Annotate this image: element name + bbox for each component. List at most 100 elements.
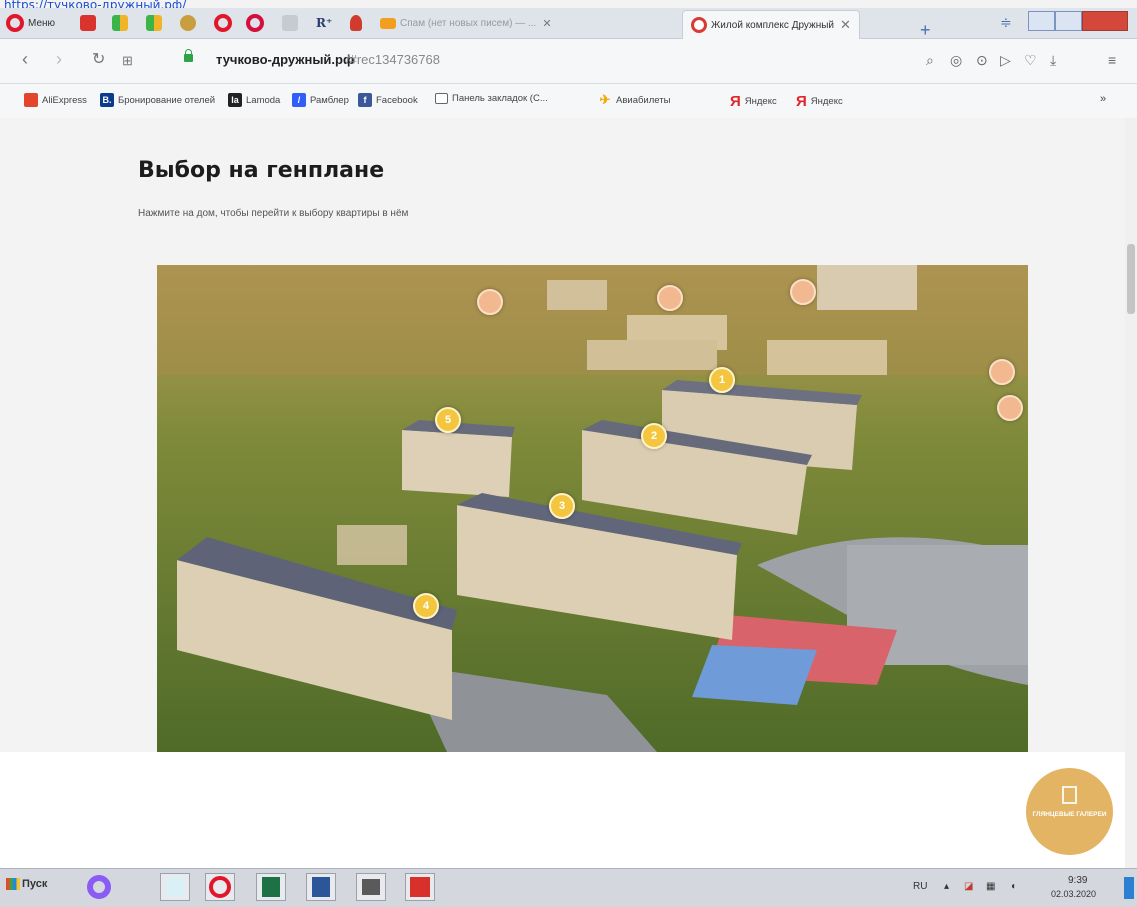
word-icon xyxy=(312,877,330,897)
bookmark-yandex-2[interactable]: Я Яндекс xyxy=(796,93,843,110)
minimize-button[interactable] xyxy=(1028,11,1055,31)
bookmark-booking[interactable]: B. Бронирование отелей xyxy=(100,93,215,107)
opera-menu-label: Меню xyxy=(28,17,56,29)
tab-opera-1[interactable] xyxy=(214,11,232,35)
building-marker-3[interactable]: 3 xyxy=(549,493,575,519)
back-icon[interactable]: ‹ xyxy=(22,49,28,70)
network-icon[interactable]: ▦ xyxy=(986,881,995,892)
scrollbar-thumb[interactable] xyxy=(1127,244,1135,314)
taskbar-notepad[interactable] xyxy=(160,873,190,901)
r-icon: R⁺ xyxy=(316,16,333,30)
bookmark-label: Рамблер xyxy=(310,94,349,106)
opera-icon xyxy=(214,14,232,32)
maximize-button[interactable] xyxy=(1055,11,1082,31)
taskbar-opera[interactable] xyxy=(205,873,235,901)
person-icon xyxy=(350,15,362,31)
opera-menu-button[interactable]: Меню xyxy=(6,11,55,35)
page-subtitle: Нажмите на дом, чтобы перейти к выбору к… xyxy=(138,208,409,219)
forward-icon[interactable]: › xyxy=(56,49,62,70)
tray-arrow-icon[interactable]: ▴ xyxy=(944,881,949,892)
bookmark-rambler[interactable]: / Рамблер xyxy=(292,93,349,107)
aliexpress-icon xyxy=(24,93,38,107)
tab-grid-1[interactable] xyxy=(112,11,128,35)
booking-icon: B. xyxy=(100,93,114,107)
cake-icon xyxy=(180,15,196,31)
top-link[interactable]: https://тучково-дружный.рф/ xyxy=(0,0,186,8)
language-indicator[interactable]: RU xyxy=(913,881,927,892)
tray-app-icon[interactable]: ◪ xyxy=(964,881,973,892)
play-icon[interactable]: ▷ xyxy=(1000,52,1011,69)
rambler-icon: / xyxy=(292,93,306,107)
bookmark-folder[interactable]: Панель закладок (С... xyxy=(435,93,548,104)
tab-r[interactable]: R⁺ xyxy=(316,11,332,35)
tab-mail[interactable]: Спам (нет новых писем) — ... ✕ xyxy=(380,11,552,35)
start-label: Пуск xyxy=(22,878,48,890)
taskbar-app[interactable] xyxy=(356,873,386,901)
taskbar: Пуск RU ▴ ◪ ▦ ◖ 9:39 02.03.2020 xyxy=(0,868,1137,907)
taskbar-alice[interactable] xyxy=(84,873,114,901)
taskbar-acrobat[interactable] xyxy=(405,873,435,901)
bookmark-facebook[interactable]: f Facebook xyxy=(358,93,418,107)
building-marker-future[interactable] xyxy=(657,285,683,311)
reload-icon[interactable]: ↻ xyxy=(92,49,105,69)
speed-dial-icon[interactable]: ⊞ xyxy=(122,53,133,69)
tab-opera-2[interactable] xyxy=(246,11,264,35)
building-marker-future[interactable] xyxy=(477,289,503,315)
close-icon[interactable]: ✕ xyxy=(542,17,551,30)
bookmark-label: AliExpress xyxy=(42,94,87,106)
top-link-strip: https://тучково-дружный.рф/ xyxy=(0,0,1137,8)
tab-list[interactable] xyxy=(282,11,298,35)
plane-icon: ✈ xyxy=(599,92,611,107)
download-icon[interactable]: ⤓ xyxy=(1050,52,1056,69)
fab-label: ГЛЯНЦЕВЫЕ ГАЛЕРЕИ xyxy=(1032,811,1107,818)
yandex-icon: Я xyxy=(796,93,807,110)
app-grid-icon xyxy=(112,15,128,31)
masterplan-image[interactable]: 1 2 3 4 5 xyxy=(157,265,1028,752)
page-scrollbar[interactable] xyxy=(1125,118,1137,868)
menu-icon[interactable]: ≡ xyxy=(1108,52,1116,68)
vpn-icon[interactable]: ⊙ xyxy=(976,52,988,69)
bookmark-label: Lamoda xyxy=(246,94,281,106)
new-tab-plus-icon[interactable]: + xyxy=(920,20,931,41)
start-button[interactable]: Пуск xyxy=(6,878,47,890)
building-marker-future[interactable] xyxy=(790,279,816,305)
lamoda-icon: la xyxy=(228,93,242,107)
clock-time[interactable]: 9:39 xyxy=(1068,875,1087,886)
tab-active-site[interactable]: Жилой комплекс Дружный ✕ xyxy=(682,10,860,39)
building-marker-1[interactable]: 1 xyxy=(709,367,735,393)
search-icon[interactable]: ⌕ xyxy=(926,52,934,69)
building-marker-future[interactable] xyxy=(989,359,1015,385)
bookmark-yandex-1[interactable]: Я Яндекс xyxy=(730,93,777,110)
close-window-button[interactable] xyxy=(1082,11,1128,31)
show-desktop-button[interactable] xyxy=(1124,877,1134,899)
building-marker-2[interactable]: 2 xyxy=(641,423,667,449)
bookmark-avia[interactable]: ✈ Авиабилеты xyxy=(598,92,671,107)
close-icon[interactable]: ✕ xyxy=(840,17,851,33)
lock-icon[interactable] xyxy=(184,49,193,62)
volume-icon[interactable]: ◖ xyxy=(1010,881,1016,892)
building-marker-5[interactable]: 5 xyxy=(435,407,461,433)
gallery-fab-button[interactable]: ГЛЯНЦЕВЫЕ ГАЛЕРЕИ xyxy=(1026,768,1113,855)
app-icon xyxy=(362,879,380,895)
folder-icon xyxy=(435,93,448,104)
tab-grid-2[interactable] xyxy=(146,11,162,35)
bookmark-label: Facebook xyxy=(376,94,418,106)
taskbar-word[interactable] xyxy=(306,873,336,901)
url-path[interactable]: /#rec134736768 xyxy=(346,52,440,67)
building-marker-4[interactable]: 4 xyxy=(413,593,439,619)
camera-icon[interactable]: ◎ xyxy=(950,52,962,69)
bookmarks-bar: AliExpress B. Бронирование отелей la Lamod… xyxy=(0,84,1137,119)
tab-menu-icon[interactable]: ≑ xyxy=(1000,14,1012,31)
url-host[interactable]: тучково-дружный.рф xyxy=(216,52,354,67)
bookmarks-overflow-icon[interactable]: » xyxy=(1100,93,1106,105)
tab-person[interactable] xyxy=(350,11,362,35)
excel-icon xyxy=(262,877,280,897)
bookmark-lamoda[interactable]: la Lamoda xyxy=(228,93,280,107)
clock-date[interactable]: 02.03.2020 xyxy=(1051,889,1096,899)
building-marker-future[interactable] xyxy=(997,395,1023,421)
taskbar-excel[interactable] xyxy=(256,873,286,901)
bookmark-aliexpress[interactable]: AliExpress xyxy=(24,93,87,107)
heart-icon[interactable]: ♡ xyxy=(1024,52,1037,69)
tab-cake[interactable] xyxy=(180,11,196,35)
tab-pdf[interactable] xyxy=(80,11,96,35)
